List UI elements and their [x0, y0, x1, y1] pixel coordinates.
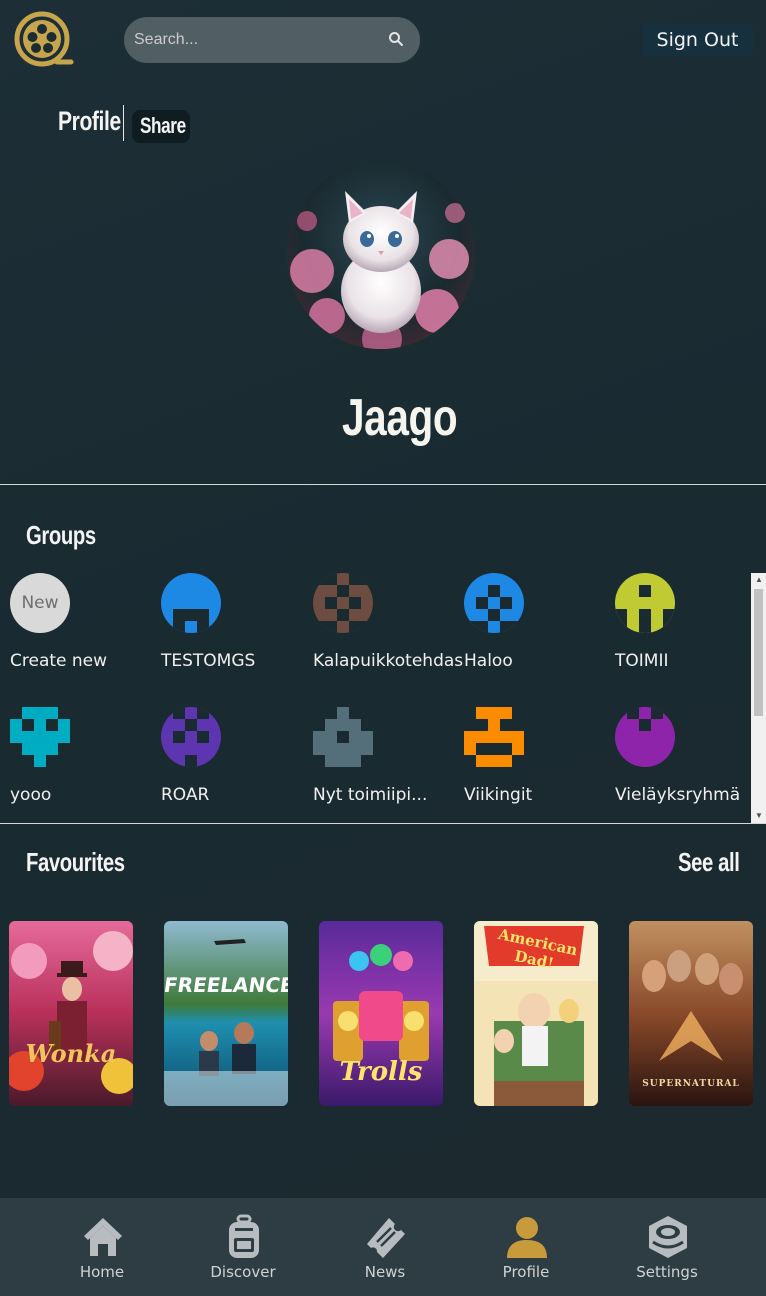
username: Jaago [342, 388, 490, 448]
poster-supernatural[interactable]: SUPERNATURAL [629, 921, 753, 1106]
nav-label: Profile [502, 1263, 550, 1281]
group-item[interactable]: TOIMII [605, 573, 755, 683]
poster-freelance[interactable]: FREELANCE [164, 921, 288, 1106]
nav-profile[interactable]: Profile [456, 1198, 596, 1296]
group-identicon-icon [464, 573, 524, 633]
poster-title: Trolls [339, 1057, 423, 1087]
group-item[interactable]: Viikingit [454, 707, 604, 817]
search-input[interactable] [134, 17, 384, 63]
favourites-heading: Favourites [26, 847, 153, 878]
nav-discover[interactable]: Discover [173, 1198, 313, 1296]
user-icon [507, 1217, 547, 1258]
group-identicon-icon [10, 707, 70, 767]
nav-label: Discover [210, 1263, 276, 1281]
group-identicon-icon [161, 707, 221, 767]
groups-grid: New Create new TESTOMGS Kalapuikkotehdas… [0, 573, 766, 823]
poster-trolls[interactable]: Trolls [319, 921, 443, 1106]
home-icon [84, 1218, 122, 1256]
groups-heading: Groups [26, 520, 115, 551]
poster-title: FREELANCE [164, 973, 288, 997]
group-label: Nyt toimiipi... [313, 785, 428, 805]
group-item[interactable]: Haloo [454, 573, 604, 683]
group-label: TOIMII [615, 651, 669, 671]
group-item[interactable]: Kalapuikkotehdas [303, 573, 464, 683]
tab-profile[interactable]: Profile [58, 106, 139, 137]
scroll-up-arrow-icon[interactable]: ▲ [755, 575, 763, 584]
nav-label: Settings [636, 1263, 698, 1281]
section-divider [0, 484, 766, 485]
top-header: Sign Out [0, 0, 766, 84]
nav-settings[interactable]: Settings [597, 1198, 737, 1296]
group-label: Vieläyksryhmä [615, 785, 741, 805]
favourites-heading-text: Favourites [26, 847, 125, 877]
groups-scrollbar[interactable]: ▲ ▼ [751, 573, 766, 823]
poster-wonka[interactable]: Wonka [9, 921, 133, 1106]
poster-image [164, 921, 288, 1106]
tab-share[interactable]: Share [132, 110, 190, 143]
scroll-thumb[interactable] [754, 589, 763, 716]
group-item[interactable]: ROAR [151, 707, 301, 817]
group-item[interactable]: yooo [0, 707, 150, 817]
group-label: yooo [10, 785, 52, 805]
poster-title: Wonka [25, 1039, 117, 1068]
group-label: TESTOMGS [161, 651, 256, 671]
group-item[interactable]: TESTOMGS [151, 573, 301, 683]
kitten-avatar-image [287, 161, 475, 349]
tab-profile-label: Profile [58, 106, 121, 136]
scroll-down-arrow-icon[interactable]: ▼ [755, 811, 763, 820]
avatar [287, 161, 475, 349]
group-label: Viikingit [464, 785, 533, 805]
group-identicon-icon [615, 707, 675, 767]
search-bar [124, 17, 420, 63]
backpack-icon [229, 1214, 259, 1258]
nav-news[interactable]: News [315, 1198, 455, 1296]
group-identicon-icon [161, 573, 221, 633]
tab-divider [123, 105, 124, 141]
sign-out-button[interactable]: Sign Out [642, 24, 753, 56]
nav-label: News [364, 1263, 406, 1281]
group-label: Kalapuikkotehdas [313, 651, 464, 671]
settings-icon [649, 1216, 687, 1258]
group-label: ROAR [161, 785, 210, 805]
bottom-navigation: Home Discover News Profile Settings [0, 1198, 766, 1296]
film-reel-logo-icon[interactable] [13, 10, 75, 72]
poster-title: SUPERNATURAL [642, 1079, 740, 1089]
group-label: Haloo [464, 651, 513, 671]
tab-share-label: Share [140, 113, 186, 138]
new-group-badge[interactable]: New [10, 573, 70, 633]
group-identicon-icon [615, 573, 675, 633]
nav-label: Home [79, 1263, 125, 1281]
username-text: Jaago [342, 389, 458, 447]
poster-american-dad[interactable]: American Dad! [474, 921, 598, 1106]
group-identicon-icon [313, 573, 373, 633]
group-identicon-icon [464, 707, 524, 767]
poster-image [9, 921, 133, 1106]
search-icon[interactable] [388, 31, 404, 47]
see-all-link[interactable]: See all [678, 847, 757, 878]
group-item[interactable]: Nyt toimiipi... [303, 707, 453, 817]
group-label: Create new [10, 651, 108, 671]
groups-heading-text: Groups [26, 520, 96, 550]
group-item[interactable]: Vieläyksryhmä [605, 707, 755, 817]
section-divider [0, 823, 766, 824]
see-all-text: See all [678, 847, 740, 877]
ticket-icon [367, 1218, 405, 1258]
group-identicon-icon [313, 707, 373, 767]
group-create-new[interactable]: New Create new [0, 573, 150, 683]
nav-home[interactable]: Home [32, 1198, 172, 1296]
